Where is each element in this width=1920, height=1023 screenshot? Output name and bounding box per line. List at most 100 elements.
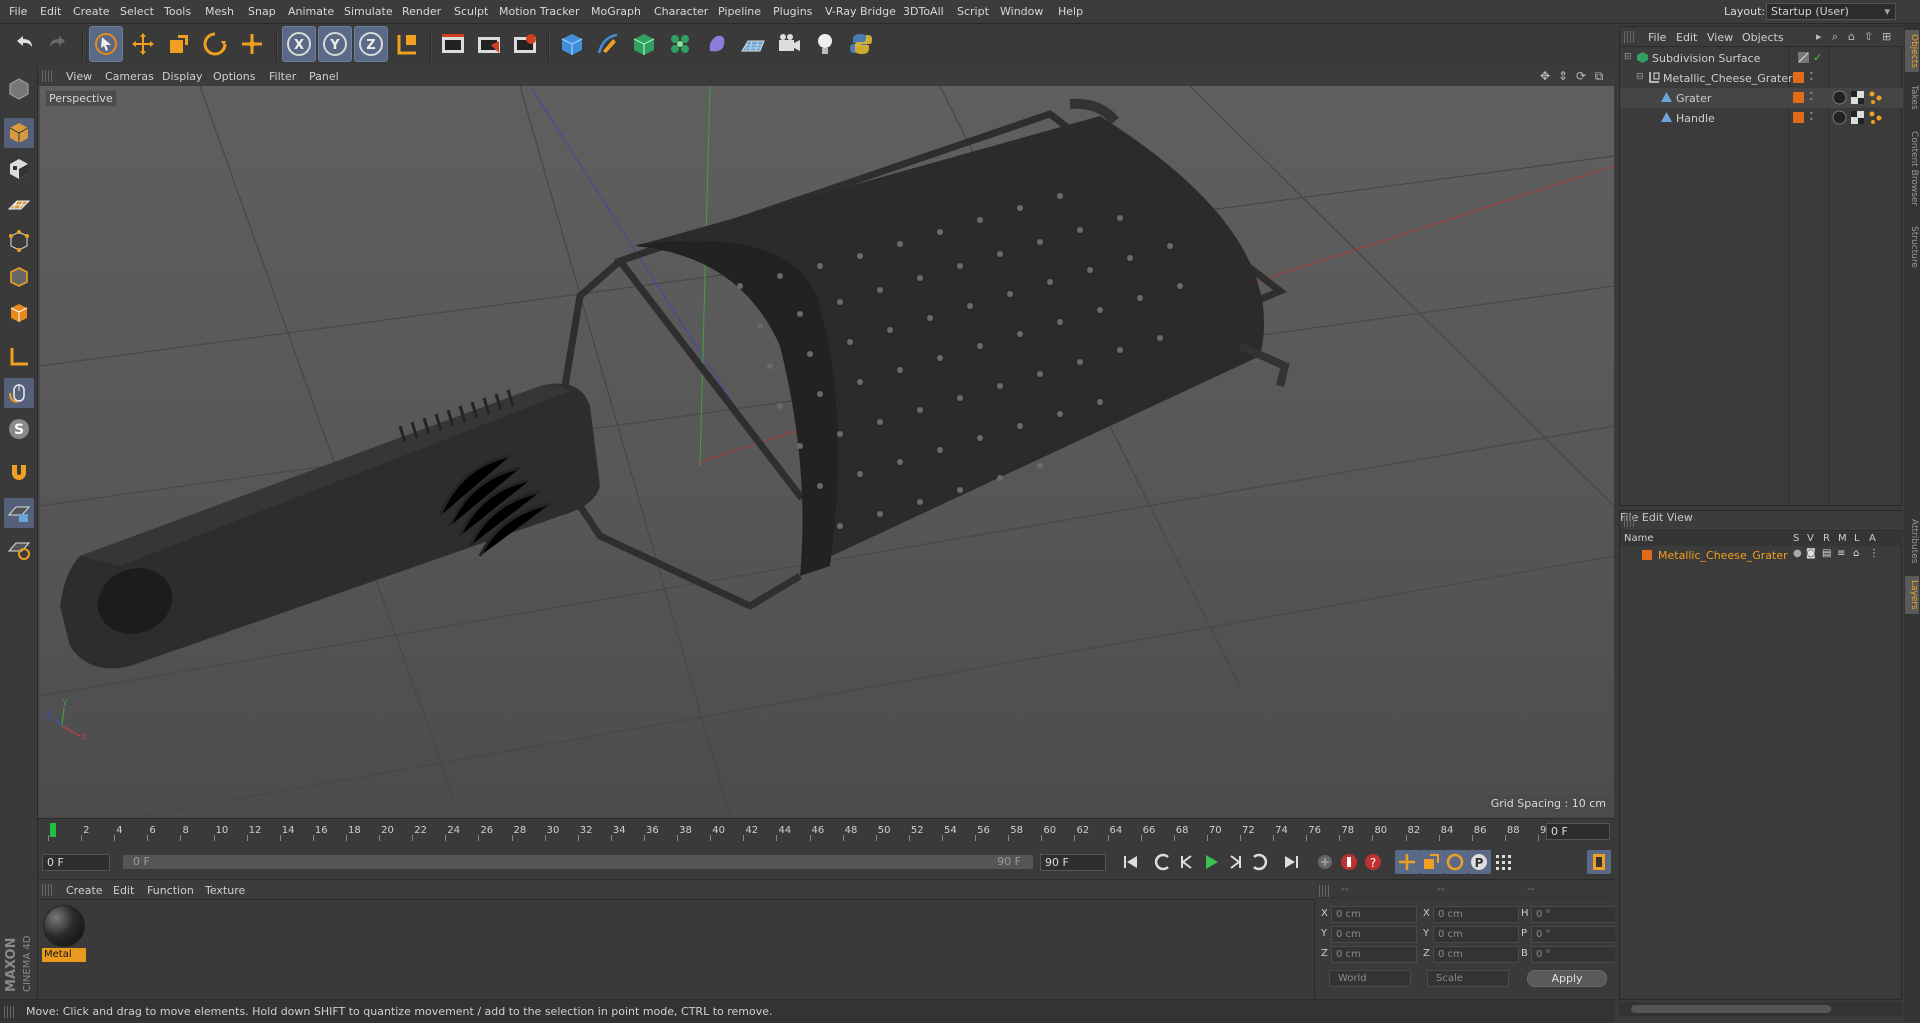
layer-col-name[interactable]: Name: [1624, 533, 1654, 544]
keyframe-selection-icon[interactable]: ?: [1361, 850, 1385, 874]
menu-simulate[interactable]: Simulate: [344, 5, 393, 18]
maximize-view-icon[interactable]: ⧉: [1592, 69, 1606, 83]
panel-grip[interactable]: [42, 884, 52, 896]
menu-character[interactable]: Character: [654, 5, 708, 18]
move-key-icon[interactable]: [1395, 850, 1419, 874]
polygons-mode-icon[interactable]: [4, 298, 34, 328]
menu-render[interactable]: Render: [402, 5, 441, 18]
position-y-field[interactable]: 0 cm: [1331, 926, 1417, 943]
viewport-menu-view[interactable]: View: [66, 70, 92, 83]
tab-objects[interactable]: Objects: [1905, 30, 1919, 72]
cloner-icon[interactable]: [664, 27, 696, 61]
scrollbar-thumb[interactable]: [1631, 1005, 1831, 1013]
object-row-handle[interactable]: Handle • •: [1620, 108, 1903, 128]
apply-button[interactable]: Apply: [1527, 970, 1607, 987]
layer-lock-icon[interactable]: ⌂: [1853, 548, 1859, 559]
transform-icon[interactable]: [236, 27, 268, 61]
layer-row[interactable]: Metallic_Cheese_Grater ● ◙ ▤ ≡ ⌂ ⋮: [1620, 547, 1903, 563]
coordinate-mode-dropdown[interactable]: Scale: [1427, 970, 1509, 987]
workplane-icon[interactable]: [4, 190, 34, 220]
material-menu-texture[interactable]: Texture: [205, 884, 245, 897]
up-icon[interactable]: ⇧: [1864, 30, 1873, 43]
menu-vray-bridge[interactable]: V-Ray Bridge: [825, 5, 896, 18]
start-frame-field[interactable]: 0 F: [42, 854, 110, 871]
viewport-menu-options[interactable]: Options: [213, 70, 255, 83]
layer-col-solo[interactable]: S: [1793, 533, 1799, 544]
lock-workplane-icon[interactable]: [4, 498, 34, 528]
material-menu-function[interactable]: Function: [147, 884, 194, 897]
scale-icon[interactable]: [163, 27, 195, 61]
object-menu-edit[interactable]: Edit: [1676, 31, 1697, 44]
menu-snap[interactable]: Snap: [248, 5, 276, 18]
layer-col-view[interactable]: V: [1807, 533, 1814, 544]
edges-mode-icon[interactable]: [4, 262, 34, 292]
panel-grip[interactable]: [1319, 885, 1329, 897]
uvw-tag-icon[interactable]: [1850, 90, 1865, 105]
layer-render-icon[interactable]: ▤: [1822, 548, 1831, 559]
viewport-menu-panel[interactable]: Panel: [309, 70, 339, 83]
menu-motion-tracker[interactable]: Motion Tracker: [499, 5, 579, 18]
phong-tag-icon[interactable]: [1868, 90, 1883, 105]
rotate-icon[interactable]: [199, 27, 231, 61]
redo-icon[interactable]: [42, 27, 74, 61]
position-x-field[interactable]: 0 cm: [1331, 906, 1417, 923]
layer-color-swatch[interactable]: [1793, 72, 1804, 83]
layer-color-swatch[interactable]: [1793, 92, 1804, 103]
pen-icon[interactable]: [592, 27, 624, 61]
live-selection-icon[interactable]: [89, 26, 123, 62]
cube-icon[interactable]: [556, 27, 588, 61]
menu-sculpt[interactable]: Sculpt: [454, 5, 488, 18]
preview-range-bar[interactable]: 0 F 90 F: [122, 854, 1034, 870]
axis-mode-icon[interactable]: [4, 342, 34, 372]
tab-layers[interactable]: Layers: [1905, 576, 1919, 614]
menu-animate[interactable]: Animate: [288, 5, 334, 18]
coordinate-space-dropdown[interactable]: World: [1329, 970, 1411, 987]
rotation-p-field[interactable]: 0 °: [1531, 926, 1617, 943]
menu-window[interactable]: Window: [1000, 5, 1043, 18]
uvw-tag-icon[interactable]: [1850, 110, 1865, 125]
layer-col-manager[interactable]: M: [1838, 533, 1847, 544]
material-swatch[interactable]: Metal: [42, 904, 86, 962]
menu-help[interactable]: Help: [1058, 5, 1083, 18]
position-z-field[interactable]: 0 cm: [1331, 946, 1417, 963]
next-frame-icon[interactable]: [1223, 850, 1247, 874]
menu-script[interactable]: Script: [957, 5, 989, 18]
timeline-icon[interactable]: [1587, 850, 1611, 874]
deformer-icon[interactable]: [701, 27, 733, 61]
render-view-icon[interactable]: [437, 27, 469, 61]
visibility-dots-icon[interactable]: • •: [1809, 90, 1814, 104]
size-y-field[interactable]: 0 cm: [1433, 926, 1519, 943]
tab-attributes[interactable]: Attributes: [1905, 514, 1919, 568]
layer-manager-icon[interactable]: ≡: [1837, 548, 1845, 559]
previous-frame-icon[interactable]: [1175, 850, 1199, 874]
panel-grip[interactable]: [1624, 31, 1634, 43]
python-icon[interactable]: [845, 27, 877, 61]
layer-col-locked[interactable]: L: [1854, 533, 1860, 544]
play-icon[interactable]: [1199, 850, 1223, 874]
layer-color-swatch[interactable]: [1793, 112, 1804, 123]
tweak-mode-icon[interactable]: [4, 378, 34, 408]
x-axis-icon[interactable]: X: [282, 26, 316, 62]
panel-grip[interactable]: [42, 70, 52, 82]
menu-edit[interactable]: Edit: [40, 5, 61, 18]
object-row-metallic-cheese-grater[interactable]: ⊟ Metallic_Cheese_Grater • •: [1620, 68, 1903, 88]
visibility-dots-icon[interactable]: • •: [1809, 70, 1814, 84]
layer-menu-edit[interactable]: Edit: [1642, 511, 1663, 524]
material-tag-icon[interactable]: [1832, 90, 1847, 105]
horizontal-scrollbar[interactable]: [1619, 1002, 1902, 1016]
object-menu-file[interactable]: File: [1648, 31, 1666, 44]
scale-key-icon[interactable]: [1419, 850, 1443, 874]
enabled-check-icon[interactable]: ✓: [1813, 51, 1822, 64]
layer-view-icon[interactable]: ◙: [1806, 548, 1816, 559]
layer-col-animation[interactable]: A: [1869, 533, 1876, 544]
3d-viewport[interactable]: X Y Z Perspective Grid Spacing : 10 cm: [40, 86, 1614, 816]
panel-grip[interactable]: [1624, 515, 1634, 527]
rotation-b-field[interactable]: 0 °: [1531, 946, 1617, 963]
next-key-icon[interactable]: [1247, 850, 1271, 874]
undo-icon[interactable]: [8, 27, 40, 61]
move-icon[interactable]: [127, 27, 159, 61]
viewport-menu-filter[interactable]: Filter: [269, 70, 296, 83]
tab-takes[interactable]: Takes: [1905, 80, 1919, 114]
material-tag-icon[interactable]: [1832, 110, 1847, 125]
pan-view-icon[interactable]: ✥: [1538, 69, 1552, 83]
